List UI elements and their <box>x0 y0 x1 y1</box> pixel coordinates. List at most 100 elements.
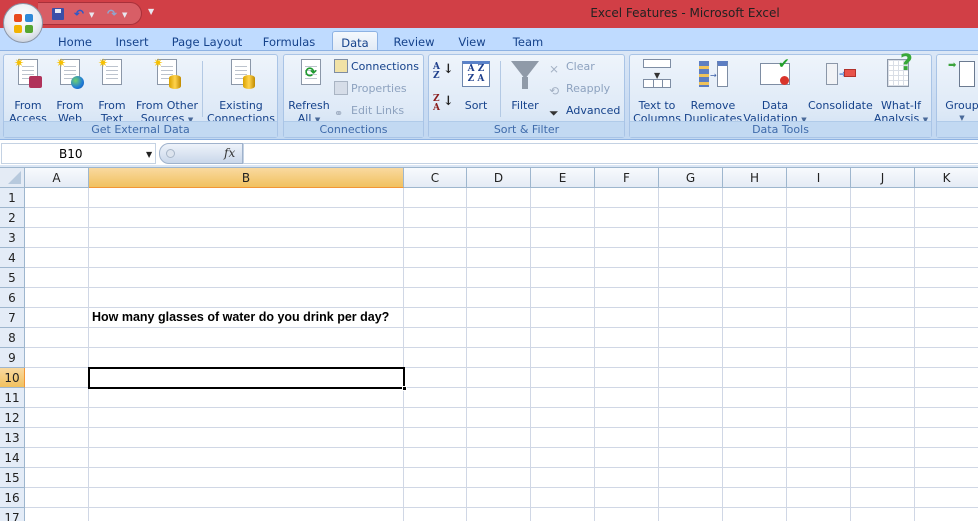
label: From <box>98 99 126 112</box>
reapply-button[interactable]: ⟲ Reapply <box>549 80 610 98</box>
column-header-c[interactable]: C <box>404 168 467 188</box>
tab-home[interactable]: Home <box>50 31 100 52</box>
tab-view[interactable]: View <box>450 31 494 52</box>
sort-a-to-z-button[interactable]: A Z ↓ <box>433 63 455 81</box>
column-header-j[interactable]: J <box>851 168 915 188</box>
formula-bar: B10 ▼ fx <box>0 141 978 166</box>
sort-z-to-a-button[interactable]: Z A ↓ <box>433 95 455 113</box>
label: Group <box>945 99 978 112</box>
row-header-3[interactable]: 3 <box>0 228 25 248</box>
group-connections: ⟳ Refresh All ▼ Connections Properties ⚭… <box>283 54 424 138</box>
column-header-a[interactable]: A <box>25 168 89 188</box>
filter-button[interactable]: Filter <box>505 57 545 112</box>
row-header-1[interactable]: 1 <box>0 188 25 208</box>
row-header-10[interactable]: 10 <box>0 368 25 388</box>
group-icon: ➡ <box>946 57 978 91</box>
column-header-d[interactable]: D <box>467 168 531 188</box>
from-text-button[interactable]: ✷ From Text <box>92 57 132 126</box>
column-header-i[interactable]: I <box>787 168 851 188</box>
customize-qat-icon[interactable]: ▼ <box>148 7 154 16</box>
row-header-15[interactable]: 15 <box>0 468 25 488</box>
properties-icon <box>334 81 348 95</box>
label: Edit Links <box>351 104 405 117</box>
data-validation-button[interactable]: ✔ Data Validation ▼ <box>742 57 808 127</box>
remove-duplicates-button[interactable]: → Remove Duplicates <box>684 57 742 125</box>
from-web-button[interactable]: ✷ From Web <box>50 57 90 125</box>
gridline-horizontal <box>25 267 978 268</box>
row-header-12[interactable]: 12 <box>0 408 25 428</box>
group-sort-filter: A Z ↓ Z A ↓ A ZZ A Sort Filter ⨯ Clear ⟲ Reapp… <box>428 54 625 138</box>
gridline-horizontal <box>25 407 978 408</box>
row-header-11[interactable]: 11 <box>0 388 25 408</box>
text-to-columns-button[interactable]: ▼ Text to Columns <box>632 57 682 125</box>
sort-button[interactable]: A ZZ A Sort <box>459 57 493 112</box>
properties-button[interactable]: Properties <box>334 80 407 98</box>
column-header-k[interactable]: K <box>915 168 978 188</box>
group-label: Get External Data <box>4 121 277 137</box>
undo-icon[interactable]: ↶ <box>74 7 84 21</box>
group-label: Data Tools <box>630 121 931 137</box>
column-header-b[interactable]: B <box>89 168 404 188</box>
resize-handle-icon[interactable] <box>166 149 175 158</box>
column-header-e[interactable]: E <box>531 168 595 188</box>
from-text-icon: ✷ <box>96 57 128 91</box>
column-header-f[interactable]: F <box>595 168 659 188</box>
tab-page-layout[interactable]: Page Layout <box>166 31 248 52</box>
gridline-vertical <box>786 188 787 521</box>
label: What-If <box>881 99 921 112</box>
row-header-16[interactable]: 16 <box>0 488 25 508</box>
row-header-4[interactable]: 4 <box>0 248 25 268</box>
separator <box>500 61 501 117</box>
name-box[interactable]: B10 ▼ <box>1 143 156 164</box>
group-label <box>937 121 978 137</box>
select-all-button[interactable] <box>0 168 25 188</box>
row-header-5[interactable]: 5 <box>0 268 25 288</box>
row-header-14[interactable]: 14 <box>0 448 25 468</box>
row-header-13[interactable]: 13 <box>0 428 25 448</box>
redo-dropdown-icon[interactable]: ▼ <box>122 11 127 19</box>
name-box-dropdown-icon[interactable]: ▼ <box>146 150 152 159</box>
fill-handle[interactable] <box>402 386 407 391</box>
label: Filter <box>511 99 539 112</box>
active-cell-b10[interactable] <box>88 367 407 391</box>
cell-b7[interactable]: How many glasses of water do you drink p… <box>92 310 389 324</box>
worksheet-grid[interactable]: ABCDEFGHIJK 1 2 3 4 5 6 7 8 9 10 11 12 13 14 15 16 17 Ho… <box>0 168 978 521</box>
gridline-vertical <box>914 188 915 521</box>
from-other-sources-button[interactable]: ✷ From Other Sources ▼ <box>134 57 200 127</box>
gridline-horizontal <box>25 507 978 508</box>
row-header-17[interactable]: 17 <box>0 508 25 521</box>
redo-icon[interactable]: ↷ <box>107 7 117 21</box>
consolidate-button[interactable]: ➔ Consolidate <box>808 57 873 112</box>
column-header-g[interactable]: G <box>659 168 723 188</box>
group-button[interactable]: ➡ Group ▼ <box>939 57 978 125</box>
row-header-7[interactable]: 7 <box>0 308 25 328</box>
row-header-2[interactable]: 2 <box>0 208 25 228</box>
edit-links-button[interactable]: ⚭ Edit Links <box>334 102 404 120</box>
tab-data[interactable]: Data <box>332 31 378 52</box>
what-if-analysis-button[interactable]: ? What-If Analysis ▼ <box>872 53 930 127</box>
advanced-filter-button[interactable]: ⏷ Advanced <box>549 102 620 120</box>
consolidate-icon: ➔ <box>824 57 856 91</box>
gridline-vertical <box>658 188 659 521</box>
tab-team[interactable]: Team <box>505 31 551 52</box>
connections-button[interactable]: Connections <box>334 58 419 76</box>
column-header-h[interactable]: H <box>723 168 787 188</box>
office-button[interactable] <box>3 3 43 43</box>
row-header-6[interactable]: 6 <box>0 288 25 308</box>
row-header-8[interactable]: 8 <box>0 328 25 348</box>
formula-input[interactable] <box>243 143 978 164</box>
undo-dropdown-icon[interactable]: ▼ <box>89 11 94 19</box>
clear-filter-button[interactable]: ⨯ Clear <box>549 58 595 76</box>
from-web-icon: ✷ <box>54 57 86 91</box>
gridline-horizontal <box>25 327 978 328</box>
tab-insert[interactable]: Insert <box>108 31 156 52</box>
tab-formulas[interactable]: Formulas <box>257 31 321 52</box>
insert-function-icon[interactable]: fx <box>224 146 235 160</box>
existing-connections-button[interactable]: Existing Connections <box>206 57 276 125</box>
from-access-button[interactable]: ✷ From Access <box>6 57 50 126</box>
save-icon[interactable] <box>52 8 64 20</box>
refresh-all-button[interactable]: ⟳ Refresh All ▼ <box>286 57 332 127</box>
from-access-icon: ✷ <box>12 57 44 91</box>
tab-review[interactable]: Review <box>388 31 440 52</box>
row-header-9[interactable]: 9 <box>0 348 25 368</box>
